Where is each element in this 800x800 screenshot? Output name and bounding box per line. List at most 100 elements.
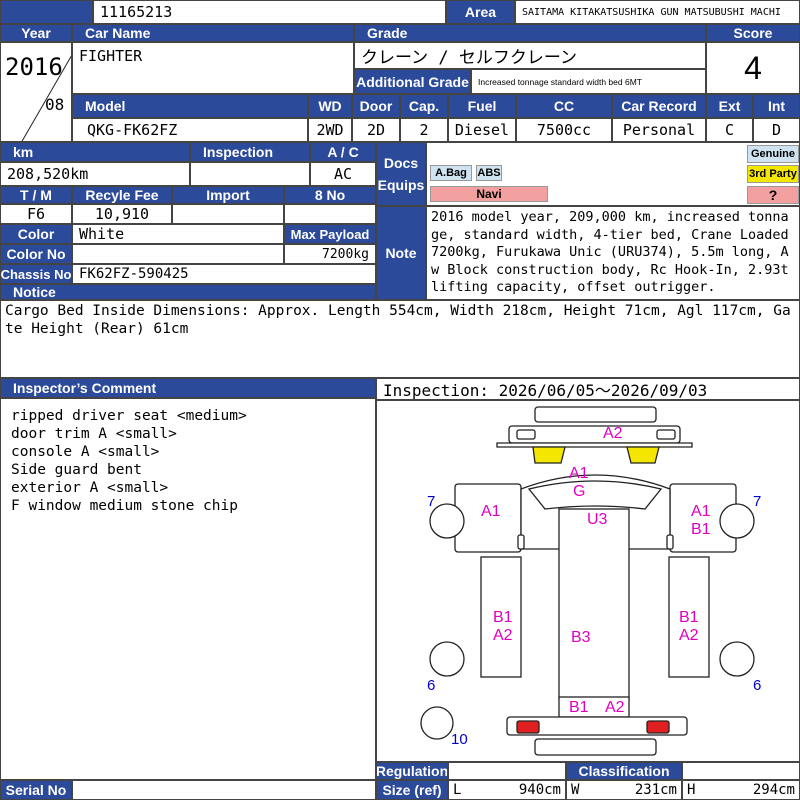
airbag-badge: A.Bag	[430, 165, 472, 181]
inspection-label: Inspection	[190, 142, 310, 162]
note-text: 2016 model year, 209,000 km, increased t…	[426, 206, 800, 300]
inquiry-label	[0, 0, 93, 24]
serial-no-label: Serial No	[0, 780, 72, 800]
score-value: 4	[706, 42, 800, 94]
inspectors-comment-label: Inspector’s Comment	[0, 378, 376, 398]
chassis-no-value: FK62FZ-590425	[72, 264, 376, 284]
inquiry-number: 11165213	[93, 0, 446, 24]
color-no-label: Color No	[0, 244, 72, 264]
import-value	[172, 204, 284, 224]
km-label: km	[0, 142, 190, 162]
size-height: H 294cm	[682, 780, 800, 800]
car-name-value: FIGHTER	[72, 42, 354, 94]
grade-label: Grade	[354, 24, 706, 42]
eight-no-value	[284, 204, 376, 224]
classification-value	[682, 762, 800, 780]
door-value: 2D	[352, 118, 400, 142]
size-ref-label: Size (ref)	[376, 780, 448, 800]
tire-mark-rear-left: 6	[427, 677, 436, 694]
color-no-value	[72, 244, 284, 264]
comment-line: console A <small>	[11, 444, 160, 460]
size-height-label: H	[687, 782, 696, 798]
comment-line: exterior A <small>	[11, 480, 169, 496]
model-label: Model	[72, 94, 308, 118]
year-label: Year	[0, 24, 72, 42]
size-length-label: L	[453, 782, 462, 798]
regulation-value	[448, 762, 566, 780]
size-length: L 940cm	[448, 780, 566, 800]
color-value: White	[72, 224, 284, 244]
car-record-label: Car Record	[612, 94, 706, 118]
regulation-label: Regulation	[376, 762, 448, 780]
model-value: QKG-FK62FZ	[72, 118, 308, 142]
tm-label: T / M	[0, 186, 72, 204]
cc-label: CC	[516, 94, 612, 118]
grade-value: クレーン / セルフクレーン	[354, 42, 706, 69]
int-value: D	[753, 118, 800, 142]
tire-mark-rear-right: 6	[753, 677, 762, 694]
size-width: W 231cm	[566, 780, 682, 800]
ac-value: AC	[310, 162, 376, 186]
cap-label: Cap.	[400, 94, 448, 118]
import-label: Import	[172, 186, 284, 204]
inspection-period: Inspection: 2026/06/05～2026/09/03	[376, 378, 800, 400]
year-block: 2016 08	[0, 42, 72, 142]
notice-text: Cargo Bed Inside Dimensions: Approx. Len…	[0, 300, 800, 378]
fuel-label: Fuel	[448, 94, 516, 118]
damage-diagram: A2 A1 G U3 A1 A1 B1 B1 A2 B3 B1 A2 B1 A2…	[376, 400, 800, 762]
color-label: Color	[0, 224, 72, 244]
wd-label: WD	[308, 94, 352, 118]
tire-marks: 7 7 6 6 10	[377, 401, 799, 761]
chassis-no-label: Chassis No	[0, 264, 72, 284]
cap-value: 2	[400, 118, 448, 142]
month-value: 08	[45, 95, 65, 114]
classification-label: Classification	[566, 762, 682, 780]
inspection-value	[190, 162, 310, 186]
size-width-label: W	[571, 782, 580, 798]
comment-line: door trim A <small>	[11, 426, 177, 442]
km-value: 208,520km	[0, 162, 190, 186]
inspectors-comment-box: ripped driver seat <medium> door trim A …	[0, 398, 376, 780]
comment-line: Side guard bent	[11, 462, 142, 478]
docs-equips-label: Docs Equips	[376, 142, 426, 206]
note-label: Note	[376, 206, 426, 300]
genuine-badge: Genuine	[747, 145, 799, 163]
comment-line: F window medium stone chip	[11, 498, 238, 514]
car-record-value: Personal	[612, 118, 706, 142]
recycle-fee-label: Recyle Fee	[72, 186, 172, 204]
fuel-value: Diesel	[448, 118, 516, 142]
additional-grade-value: Increased tonnage standard width bed 6MT	[471, 69, 706, 94]
ext-label: Ext	[706, 94, 753, 118]
serial-no-value	[72, 780, 376, 800]
tire-mark-spare: 10	[451, 731, 468, 748]
question-badge: ?	[747, 186, 799, 204]
docs-label: Docs	[383, 155, 419, 171]
tire-mark-front-right: 7	[753, 493, 762, 510]
cc-value: 7500cc	[516, 118, 612, 142]
score-label: Score	[706, 24, 800, 42]
ext-value: C	[706, 118, 753, 142]
additional-grade-label: Additional Grade	[354, 69, 471, 94]
area-value: SAITAMA KITAKATSUSHIKA GUN MATSUBUSHI MA…	[515, 0, 800, 24]
tm-value: F6	[0, 204, 72, 224]
comment-line: ripped driver seat <medium>	[11, 408, 247, 424]
tire-mark-front-left: 7	[427, 493, 436, 510]
door-label: Door	[352, 94, 400, 118]
equips-panel: A.Bag ABS Navi Genuine 3rd Party ?	[426, 142, 800, 206]
max-payload-label: Max Payload	[284, 224, 376, 244]
size-length-value: 940cm	[518, 782, 561, 798]
size-height-value: 294cm	[752, 782, 795, 798]
ac-label: A / C	[310, 142, 376, 162]
int-label: Int	[753, 94, 800, 118]
navi-badge: Navi	[430, 186, 548, 202]
equips-label: Equips	[377, 177, 425, 193]
third-party-badge: 3rd Party	[747, 165, 799, 183]
abs-badge: ABS	[476, 165, 502, 181]
eight-no-label: 8 No	[284, 186, 376, 204]
car-name-label: Car Name	[72, 24, 354, 42]
size-width-value: 231cm	[634, 782, 677, 798]
wd-value: 2WD	[308, 118, 352, 142]
area-label: Area	[446, 0, 515, 24]
recycle-fee-value: 10,910	[72, 204, 172, 224]
notice-label: Notice	[0, 284, 376, 300]
